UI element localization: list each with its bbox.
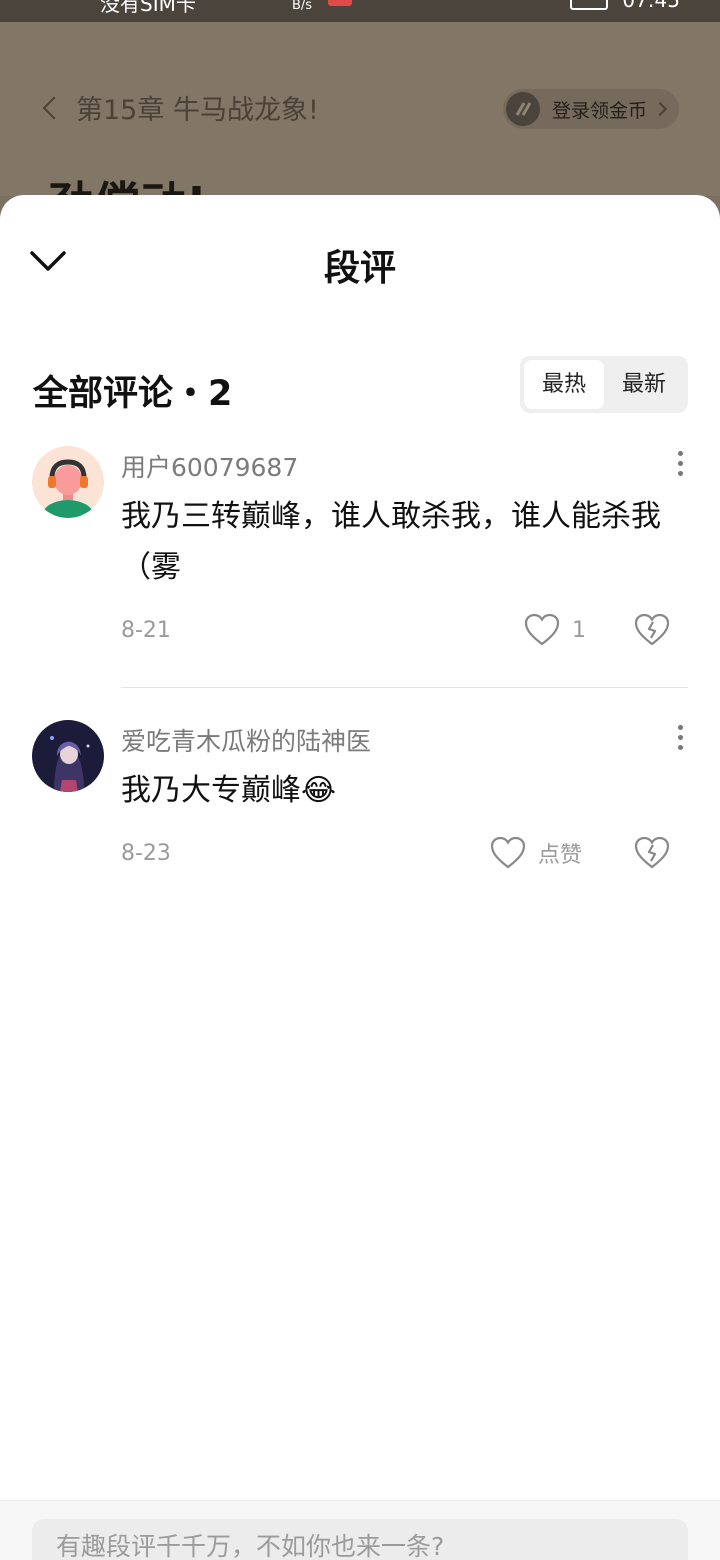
like-button[interactable]: 1	[524, 613, 586, 647]
comment-divider	[121, 687, 688, 688]
comment-username[interactable]: 用户60079687	[121, 448, 298, 484]
chapter-title: 第15章 牛马战龙象!	[76, 95, 319, 126]
dislike-button[interactable]	[633, 612, 671, 648]
broken-heart-icon	[634, 836, 670, 869]
coin-icon	[506, 92, 540, 126]
comment-composer: 有趣段评千千万，不如你也来一条?	[0, 1500, 720, 1560]
comment-username[interactable]: 爱吃青木瓜粉的陆神医	[121, 722, 371, 758]
chevron-left-icon	[42, 96, 66, 119]
more-vertical-icon[interactable]	[672, 448, 688, 482]
login-coin-label: 登录领金币	[552, 99, 648, 122]
sim-status: 没有SIM卡	[100, 0, 196, 16]
status-bar: 没有SIM卡 B/s 07:45	[0, 0, 720, 22]
sort-hot-button[interactable]: 最热	[524, 360, 604, 409]
broken-heart-icon	[634, 613, 670, 646]
comment-text: 我乃大专巅峰😂	[121, 773, 337, 808]
sort-new-button[interactable]: 最新	[604, 360, 684, 409]
more-vertical-icon[interactable]	[672, 722, 688, 756]
comment-count-heading: 全部评论・2	[33, 374, 233, 414]
like-label: 点赞	[538, 843, 583, 868]
network-speed: B/s	[292, 0, 313, 13]
login-coin-button[interactable]: 登录领金币	[503, 89, 679, 129]
dislike-button[interactable]	[633, 835, 671, 871]
clock: 07:45	[622, 0, 680, 12]
comment-input[interactable]: 有趣段评千千万，不如你也来一条?	[32, 1519, 688, 1560]
battery-icon	[570, 0, 608, 10]
comment-sheet: 段评 全部评论・2 最热 最新 用户60079687 我乃三转巅峰，谁人敢杀我，…	[0, 195, 720, 1560]
avatar[interactable]	[32, 720, 104, 792]
sheet-title: 段评	[323, 248, 396, 289]
comment-text: 我乃三转巅峰，谁人敢杀我，谁人能杀我（雾	[121, 499, 661, 585]
comment-date: 8-23	[121, 841, 171, 866]
heart-outline-icon	[524, 613, 560, 646]
sort-toggle: 最热 最新	[520, 356, 688, 413]
heart-outline-icon	[490, 836, 526, 869]
like-button[interactable]: 点赞	[490, 836, 582, 870]
chevron-right-icon	[652, 101, 668, 117]
like-count: 1	[572, 617, 586, 643]
avatar[interactable]	[32, 446, 104, 518]
comment-date: 8-21	[121, 618, 171, 643]
notification-badge	[328, 0, 352, 6]
chapter-back-button[interactable]: 第15章 牛马战龙象!	[40, 88, 319, 127]
